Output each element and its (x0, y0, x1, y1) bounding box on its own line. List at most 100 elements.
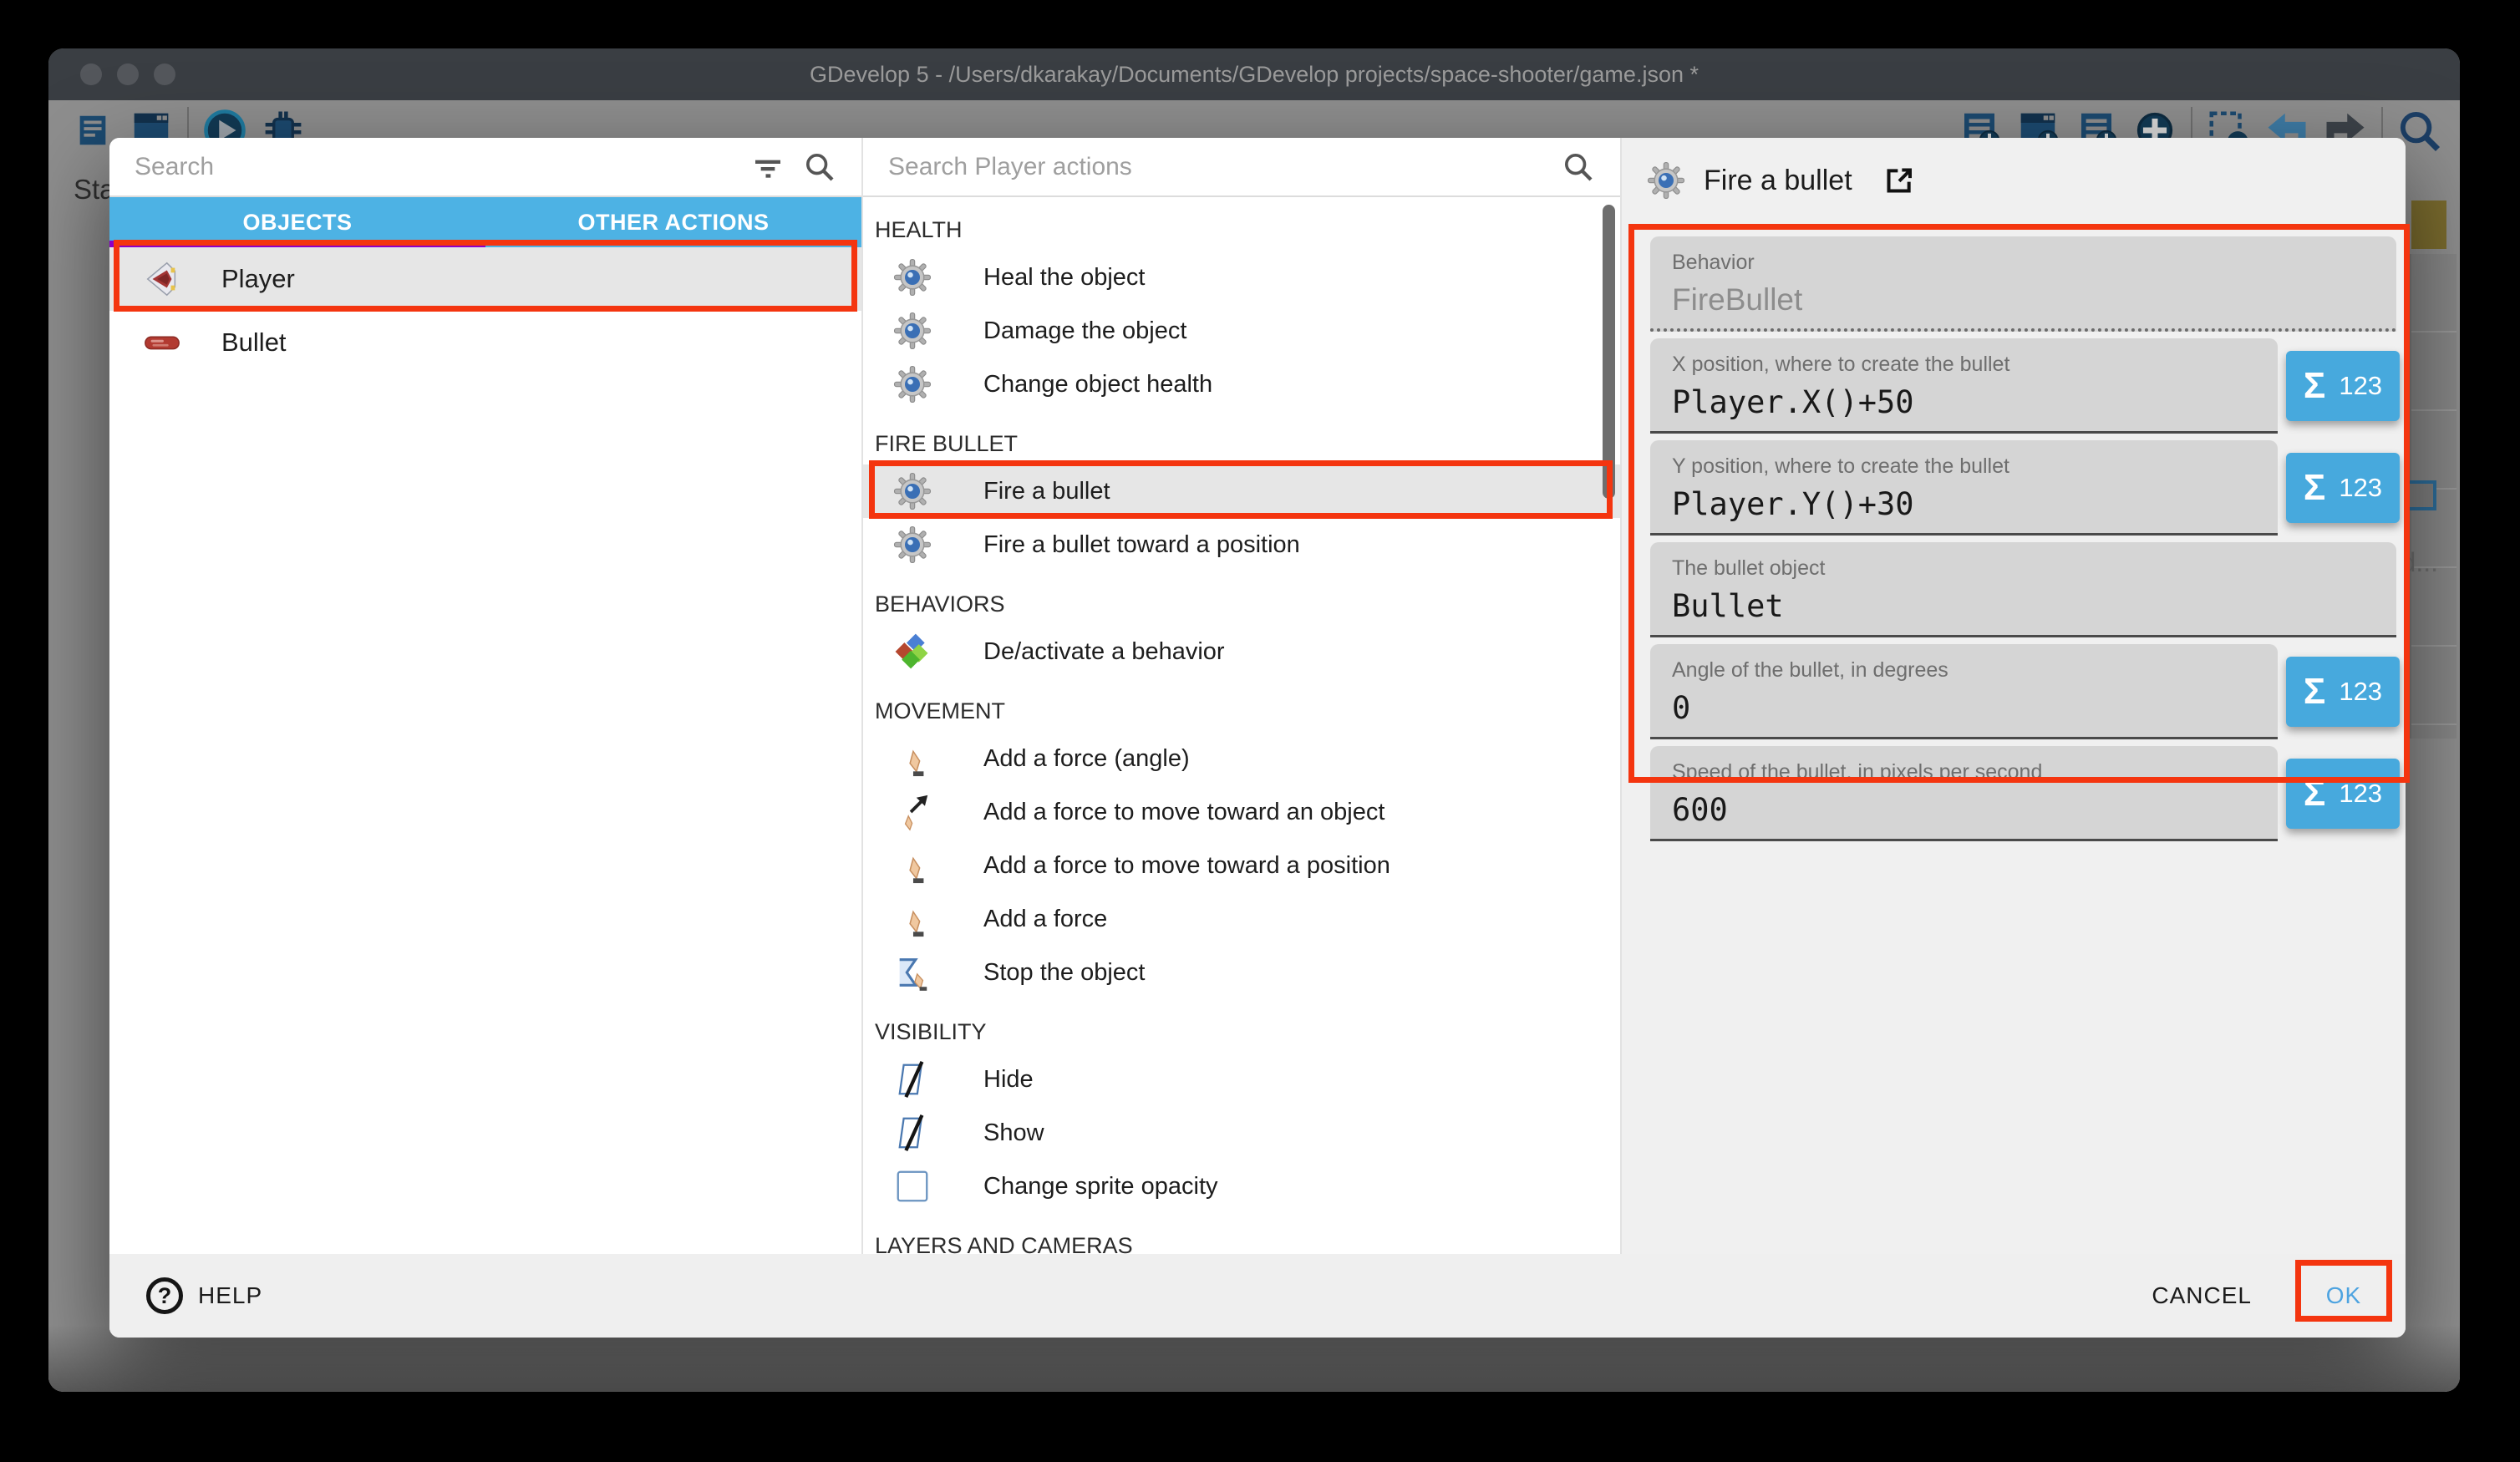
help-button[interactable]: ? HELP (146, 1277, 262, 1314)
y-expression-button[interactable]: Σ 123 (2286, 453, 2400, 523)
object-row-player[interactable]: Player (109, 247, 861, 311)
actions-scrollbar-thumb[interactable] (1603, 205, 1615, 499)
y-position-field[interactable]: Y position, where to create the bullet P… (1650, 440, 2278, 536)
action-list: HEALTH Heal the object Damage the object… (863, 197, 1620, 1254)
opacity-icon (893, 1167, 932, 1206)
field-value: Player.X()+50 (1672, 384, 2256, 420)
field-label: Behavior (1672, 251, 2375, 275)
action-fire-a-bullet[interactable]: Fire a bullet (863, 464, 1620, 518)
help-icon: ? (146, 1277, 183, 1314)
inspector-title: Fire a bullet (1704, 165, 1852, 197)
object-label: Player (221, 264, 295, 294)
action-label: Damage the object (983, 317, 1186, 345)
digits-123-icon: 123 (2339, 779, 2382, 809)
field-row-angle: Angle of the bullet, in degrees 0 Σ 123 (1650, 644, 2400, 739)
sigma-icon: Σ (2304, 470, 2325, 506)
traffic-lights (80, 63, 175, 85)
action-deactivate-behavior[interactable]: De/activate a behavior (863, 625, 1620, 678)
minimize-window-button[interactable] (117, 63, 139, 85)
field-value: FireBullet (1672, 282, 2375, 317)
section-header-layers-cameras: LAYERS AND CAMERAS (863, 1213, 1620, 1254)
gear-icon (893, 312, 932, 350)
dialog-footer: ? HELP CANCEL OK (109, 1254, 2406, 1338)
speed-expression-button[interactable]: Σ 123 (2286, 759, 2400, 829)
zoom-window-button[interactable] (154, 63, 175, 85)
field-label: X position, where to create the bullet (1672, 353, 2256, 377)
action-label: Fire a bullet toward a position (983, 531, 1300, 559)
active-tab-underline (109, 241, 485, 247)
action-show[interactable]: Show (863, 1106, 1620, 1160)
field-label: Speed of the bullet, in pixels per secon… (1672, 760, 2256, 784)
footer-actions: CANCEL OK (2143, 1265, 2392, 1327)
action-add-a-force[interactable]: Add a force (863, 892, 1620, 946)
actions-search-row (863, 138, 1620, 197)
tab-objects[interactable]: OBJECTS (109, 197, 485, 247)
sigma-icon: Σ (2304, 368, 2325, 404)
angle-expression-button[interactable]: Σ 123 (2286, 657, 2400, 727)
force-icon (893, 900, 932, 938)
object-row-bullet[interactable]: Bullet (109, 311, 861, 374)
section-header-movement: MOVEMENT (863, 678, 1620, 732)
search-icon[interactable] (803, 150, 836, 184)
player-ship-icon (143, 260, 181, 298)
actions-search-input[interactable] (888, 153, 1543, 181)
action-label: Add a force (983, 906, 1107, 933)
action-label: Change sprite opacity (983, 1173, 1218, 1201)
speed-field[interactable]: Speed of the bullet, in pixels per secon… (1650, 746, 2278, 841)
digits-123-icon: 123 (2339, 677, 2382, 707)
field-row-behavior: Behavior FireBullet (1650, 236, 2396, 332)
project-manager-button[interactable] (70, 108, 115, 153)
cancel-button[interactable]: CANCEL (2143, 1266, 2260, 1326)
field-row-bullet-object: The bullet object Bullet (1650, 542, 2396, 637)
angle-field[interactable]: Angle of the bullet, in degrees 0 (1650, 644, 2278, 739)
field-value: Player.Y()+30 (1672, 486, 2256, 522)
action-hide[interactable]: Hide (863, 1053, 1620, 1106)
objects-panel: OBJECTS OTHER ACTIONS Player Bullet (109, 138, 863, 1254)
action-add-force-toward-position[interactable]: Add a force to move toward a position (863, 839, 1620, 892)
open-in-new-icon[interactable] (1882, 164, 1916, 197)
hide-icon (893, 1060, 932, 1099)
close-window-button[interactable] (80, 63, 102, 85)
force-icon (893, 739, 932, 778)
bullet-icon (143, 323, 181, 362)
action-add-force-angle[interactable]: Add a force (angle) (863, 732, 1620, 785)
action-fire-bullet-toward-position[interactable]: Fire a bullet toward a position (863, 518, 1620, 571)
action-damage-the-object[interactable]: Damage the object (863, 304, 1620, 358)
object-label: Bullet (221, 327, 287, 358)
action-label: Fire a bullet (983, 478, 1110, 505)
section-header-visibility: VISIBILITY (863, 999, 1620, 1053)
filter-icon[interactable] (751, 150, 785, 184)
action-change-sprite-opacity[interactable]: Change sprite opacity (863, 1160, 1620, 1213)
objects-tabs: OBJECTS OTHER ACTIONS (109, 197, 861, 247)
action-label: Add a force to move toward a position (983, 852, 1390, 880)
action-stop-the-object[interactable]: Stop the object (863, 946, 1620, 999)
objects-search-row (109, 138, 861, 197)
object-list: Player Bullet (109, 247, 861, 1254)
help-label: HELP (198, 1282, 262, 1309)
edit-action-dialog: OBJECTS OTHER ACTIONS Player Bullet (109, 138, 2406, 1338)
action-inspector-panel: Fire a bullet Behavior FireBullet X posi… (1622, 138, 2406, 1254)
gear-icon (893, 472, 932, 510)
field-value: 600 (1672, 792, 2256, 828)
action-label: Hide (983, 1066, 1034, 1094)
x-expression-button[interactable]: Σ 123 (2286, 351, 2400, 421)
objects-search-input[interactable] (135, 153, 733, 181)
action-change-object-health[interactable]: Change object health (863, 358, 1620, 411)
action-heal-the-object[interactable]: Heal the object (863, 251, 1620, 304)
search-icon[interactable] (1562, 150, 1595, 184)
sigma-icon: Σ (2304, 673, 2325, 710)
field-value: 0 (1672, 690, 2256, 726)
dialog-main: OBJECTS OTHER ACTIONS Player Bullet (109, 138, 2406, 1254)
digits-123-icon: 123 (2339, 371, 2382, 401)
field-value: Bullet (1672, 588, 2375, 624)
x-position-field[interactable]: X position, where to create the bullet P… (1650, 338, 2278, 434)
tab-other-actions[interactable]: OTHER ACTIONS (485, 197, 861, 247)
bullet-object-field[interactable]: The bullet object Bullet (1650, 542, 2396, 637)
action-label: De/activate a behavior (983, 638, 1225, 666)
field-label: Angle of the bullet, in degrees (1672, 658, 2256, 683)
behavior-icon (893, 632, 932, 671)
action-add-force-toward-object[interactable]: Add a force to move toward an object (863, 785, 1620, 839)
field-row-y-position: Y position, where to create the bullet P… (1650, 440, 2400, 536)
ok-button[interactable]: OK (2295, 1265, 2392, 1327)
behavior-field: Behavior FireBullet (1650, 236, 2396, 332)
